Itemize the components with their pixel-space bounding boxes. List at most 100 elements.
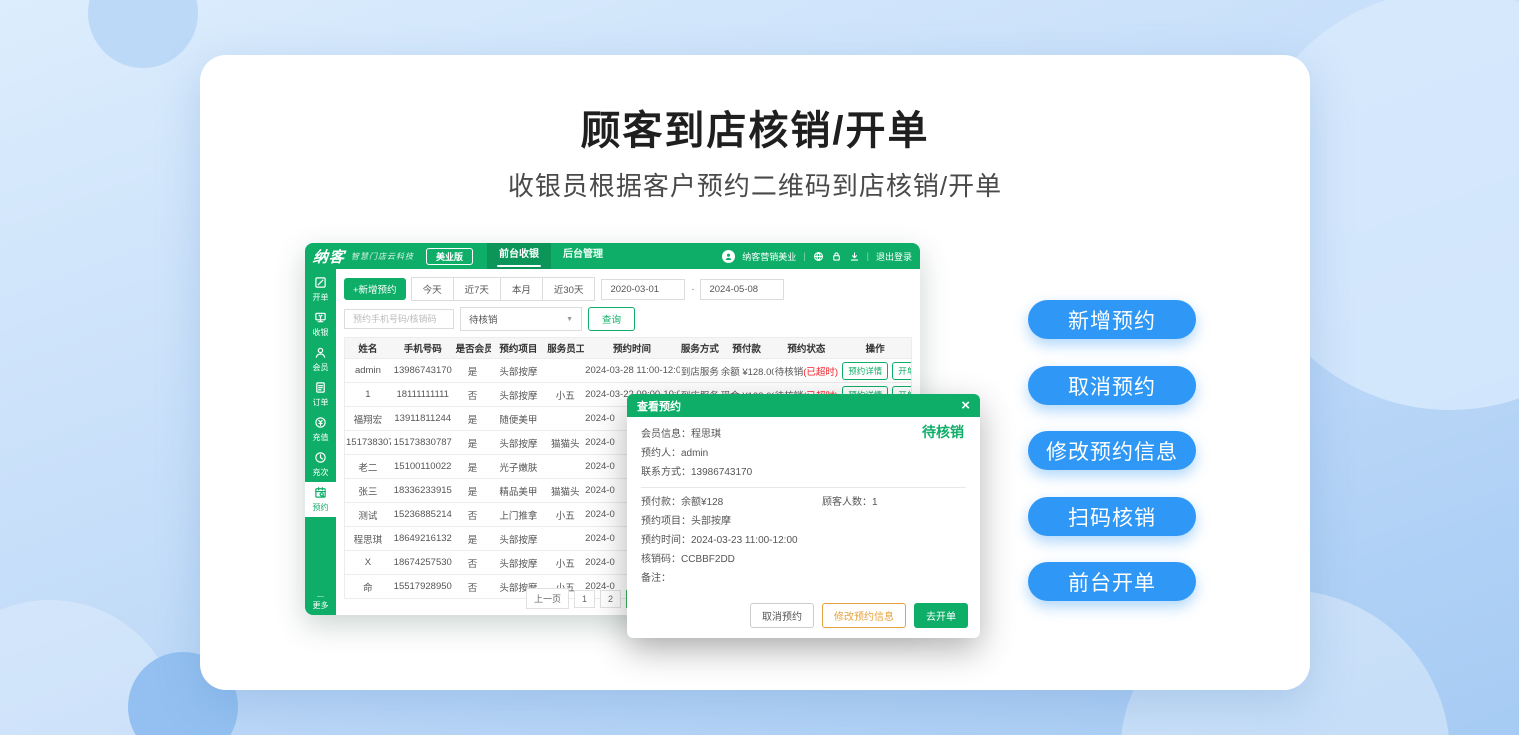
sidebar-item-label: 开单 <box>313 292 329 303</box>
modal-header: 查看预约 × <box>627 394 980 417</box>
cell: 18111111111 <box>391 389 455 400</box>
order-icon <box>314 381 327 396</box>
column-header: 操作 <box>839 341 911 355</box>
page-button-2[interactable]: 2 <box>600 590 621 608</box>
modal-member-info: 会员信息：程思琪 <box>641 425 966 444</box>
cell: 否 <box>455 580 491 594</box>
booking-detail-button[interactable]: 预约详情 <box>842 362 888 380</box>
feature-button-1[interactable]: 取消预约 <box>1028 366 1196 405</box>
column-header: 手机号码 <box>391 341 455 355</box>
open-bill-button[interactable]: 开单 <box>892 362 911 380</box>
status-select[interactable]: 待核销 ▼ <box>460 307 582 331</box>
modify-booking-button[interactable]: 修改预约信息 <box>822 603 906 628</box>
cell: 命 <box>345 580 391 594</box>
modal-project: 预约项目：头部按摩 <box>641 512 966 531</box>
download-icon[interactable] <box>849 251 860 262</box>
column-header: 预付款 <box>720 341 774 355</box>
modal-code: 核销码：CCBBF2DD <box>641 550 966 569</box>
close-icon[interactable]: × <box>961 398 970 413</box>
cell: 随便美甲 <box>491 412 547 426</box>
modal-prepay-line: 预付款：余额¥128 顾客人数：1 <box>641 493 966 512</box>
prev-page-button[interactable]: 上一页 <box>526 588 569 609</box>
date-end-input[interactable]: 2024-05-08 <box>700 279 784 300</box>
sidebar-item-member[interactable]: 会员 <box>305 342 336 377</box>
cell: 余额 ¥128.00 <box>720 364 774 378</box>
times-icon <box>314 451 327 466</box>
recharge-icon <box>314 416 327 431</box>
page-button-1[interactable]: 1 <box>574 590 595 608</box>
ops-cell: 预约详情开单 <box>839 362 911 380</box>
avatar-icon[interactable] <box>722 250 735 263</box>
cell: 是 <box>455 364 491 378</box>
cell: 13911811244 <box>391 413 455 424</box>
column-header: 预约项目 <box>491 341 547 355</box>
feature-button-4[interactable]: 前台开单 <box>1028 562 1196 601</box>
feature-button-3[interactable]: 扫码核销 <box>1028 497 1196 536</box>
logout-link[interactable]: 退出登录 <box>876 250 912 263</box>
cancel-booking-button[interactable]: 取消预约 <box>750 603 814 628</box>
cashier-icon <box>314 311 327 326</box>
sidebar: 开单收银会员订单充值充次预约更多 <box>305 269 336 615</box>
status-cell: 待核销(已超时) <box>774 364 840 378</box>
go-open-bill-button[interactable]: 去开单 <box>914 603 968 628</box>
cell: 否 <box>455 388 491 402</box>
cell: 光子嫩肤 <box>491 460 547 474</box>
column-header: 预约状态 <box>774 341 840 355</box>
modal-time: 预约时间：2024-03-23 11:00-12:00 <box>641 531 966 550</box>
tab-front-cashier[interactable]: 前台收银 <box>487 243 551 269</box>
cell: 18674257530 <box>391 557 455 568</box>
member-icon <box>314 346 327 361</box>
cell: 2024-03-28 11:00-12:00 <box>584 365 680 376</box>
cell: 是 <box>455 436 491 450</box>
decor-bubble <box>88 0 198 68</box>
lock-icon[interactable] <box>831 251 842 262</box>
cell: 小五 <box>546 508 584 522</box>
cell: 是 <box>455 412 491 426</box>
cell: 15100110022 <box>391 461 455 472</box>
sidebar-item-times[interactable]: 充次 <box>305 447 336 482</box>
quick-range-button-3[interactable]: 近30天 <box>542 277 596 301</box>
sidebar-item-cashier[interactable]: 收银 <box>305 307 336 342</box>
header-separator: | <box>867 251 869 261</box>
tab-back-manage[interactable]: 后台管理 <box>551 243 615 269</box>
cell: 老二 <box>345 460 391 474</box>
sidebar-item-booking[interactable]: 预约 <box>305 482 336 517</box>
cell: 头部按摩 <box>491 556 547 570</box>
sidebar-item-recharge[interactable]: 充值 <box>305 412 336 447</box>
new-booking-button[interactable]: +新增预约 <box>344 278 406 300</box>
column-header: 是否会员 <box>455 341 491 355</box>
cell: 18649216132 <box>391 533 455 544</box>
date-start-input[interactable]: 2020-03-01 <box>601 279 685 300</box>
feature-button-0[interactable]: 新增预约 <box>1028 300 1196 339</box>
cell: 程思琪 <box>345 532 391 546</box>
quick-range-button-2[interactable]: 本月 <box>500 277 543 301</box>
column-header: 服务方式 <box>680 341 720 355</box>
quick-range-button-0[interactable]: 今天 <box>411 277 454 301</box>
cell: 精品美甲 <box>491 484 547 498</box>
search-input[interactable] <box>344 309 454 329</box>
table-row: admin13986743170是头部按摩2024-03-28 11:00-12… <box>345 359 911 383</box>
globe-icon[interactable] <box>813 251 824 262</box>
feature-button-2[interactable]: 修改预约信息 <box>1028 431 1196 470</box>
modal-footer: 取消预约 修改预约信息 去开单 <box>750 603 968 628</box>
sidebar-more[interactable]: 更多 <box>313 593 329 611</box>
sidebar-item-label: 充次 <box>313 467 329 478</box>
cell: 小五 <box>546 388 584 402</box>
sidebar-item-bill[interactable]: 开单 <box>305 272 336 307</box>
quick-range-group: 今天近7天本月近30天 <box>412 277 596 301</box>
cell: 头部按摩 <box>491 364 547 378</box>
booking-icon <box>314 486 327 501</box>
sidebar-item-order[interactable]: 订单 <box>305 377 336 412</box>
cell: 15173830787 <box>391 437 455 448</box>
cell: 是 <box>455 484 491 498</box>
version-badge[interactable]: 美业版 <box>426 248 473 265</box>
cell: 15173830787 <box>345 437 391 448</box>
date-separator: - <box>691 284 694 294</box>
cell: 是 <box>455 460 491 474</box>
modal-divider <box>641 487 966 488</box>
app-slogan: 智慧门店云科技 <box>351 251 414 262</box>
cell: 1 <box>345 389 391 400</box>
query-button[interactable]: 查询 <box>588 307 635 331</box>
modal-guest-count: 顾客人数：1 <box>822 493 878 512</box>
quick-range-button-1[interactable]: 近7天 <box>453 277 501 301</box>
